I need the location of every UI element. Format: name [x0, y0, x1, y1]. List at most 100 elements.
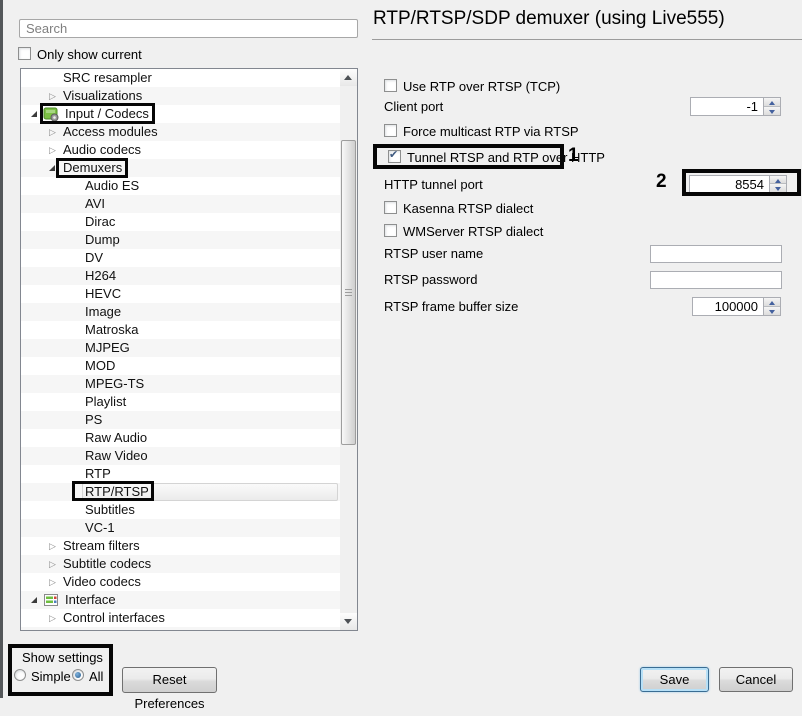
preferences-tree: SRC resampler▷VisualizationsInput / Code… [20, 68, 358, 631]
tree-item-hotkeys-settings[interactable]: Hotkeys settings [21, 627, 340, 631]
tree-item-rtp-rtsp[interactable]: RTP/RTSP [21, 483, 340, 501]
spin-down-button[interactable] [764, 107, 780, 116]
expanded-arrow-icon[interactable] [31, 111, 37, 117]
rtsp-password-label: RTSP password [384, 272, 477, 287]
collapsed-arrow-icon[interactable]: ▷ [49, 537, 56, 555]
client-port-spinbox[interactable]: -1 [690, 97, 781, 116]
tree-item-input-codecs[interactable]: Input / Codecs [21, 105, 340, 123]
spin-up-button[interactable] [764, 98, 780, 107]
spinner-buttons [763, 98, 780, 115]
spin-up-button[interactable] [770, 176, 786, 184]
http-tunnel-port-label: HTTP tunnel port [384, 177, 483, 192]
tree-item-label: RTP [85, 465, 111, 483]
tree-item-rtp[interactable]: RTP [21, 465, 340, 483]
force-multicast-checkbox[interactable]: ✔ [384, 124, 397, 137]
spin-up-button[interactable] [764, 298, 780, 307]
page-title: RTP/RTSP/SDP demuxer (using Live555) [373, 8, 725, 30]
use-rtp-over-rtsp-checkbox[interactable]: ✔ [384, 79, 397, 92]
tree-item-access-modules[interactable]: ▷ Access modules [21, 123, 340, 141]
tree-item-demuxers[interactable]: Demuxers [21, 159, 340, 177]
tree-item-dirac[interactable]: Dirac [21, 213, 340, 231]
tree-item-label: Access modules [63, 123, 158, 141]
tree-item-label: Video codecs [63, 573, 141, 591]
search-input[interactable] [19, 19, 358, 38]
tree-item-vc-1[interactable]: VC-1 [21, 519, 340, 537]
tree-item-label: MPEG-TS [85, 375, 144, 393]
save-button[interactable]: Save [640, 667, 709, 692]
tree-item-stream-filters[interactable]: ▷ Stream filters [21, 537, 340, 555]
tree-item-raw-audio[interactable]: Raw Audio [21, 429, 340, 447]
collapsed-arrow-icon[interactable]: ▷ [49, 573, 56, 591]
tree-item-src-resampler[interactable]: SRC resampler [21, 69, 340, 87]
tree-item-mjpeg[interactable]: MJPEG [21, 339, 340, 357]
tree-item-label: HEVC [85, 285, 121, 303]
show-settings-simple-radio[interactable] [14, 669, 26, 681]
tree-item-label: Subtitles [85, 501, 135, 519]
collapsed-arrow-icon[interactable]: ▷ [49, 141, 56, 159]
tree-scrollbar[interactable] [340, 69, 357, 630]
collapsed-arrow-icon[interactable]: ▷ [49, 555, 56, 573]
tree-item-mpeg-ts[interactable]: MPEG-TS [21, 375, 340, 393]
tree-item-avi[interactable]: AVI [21, 195, 340, 213]
client-port-label: Client port [384, 99, 443, 114]
show-settings-simple-label: Simple [31, 669, 71, 684]
tree-item-matroska[interactable]: Matroska [21, 321, 340, 339]
tree-item-hevc[interactable]: HEVC [21, 285, 340, 303]
tree-item-subtitles[interactable]: Subtitles [21, 501, 340, 519]
tree-item-dump[interactable]: Dump [21, 231, 340, 249]
tree-item-label: Image [85, 303, 121, 321]
tree-item-label: MOD [85, 357, 115, 375]
rtsp-password-input[interactable] [650, 271, 782, 289]
http-tunnel-port-value: 8554 [690, 176, 767, 192]
interface-icon [43, 592, 59, 608]
show-settings-all-radio[interactable] [72, 669, 84, 681]
tree-item-h264[interactable]: H264 [21, 267, 340, 285]
scrollbar-up-button[interactable] [340, 69, 357, 86]
tree-item-label: MJPEG [85, 339, 130, 357]
expanded-arrow-icon[interactable] [49, 165, 55, 171]
up-arrow-icon [769, 101, 775, 105]
tree-item-mod[interactable]: MOD [21, 357, 340, 375]
tree-item-subtitle-codecs[interactable]: ▷Subtitle codecs [21, 555, 340, 573]
tree-item-raw-video[interactable]: Raw Video [21, 447, 340, 465]
tree-item-video-codecs[interactable]: ▷ Video codecs [21, 573, 340, 591]
wmserver-dialect-checkbox[interactable]: ✔ [384, 224, 397, 237]
tree-item-label: SRC resampler [63, 69, 152, 87]
tree-item-image[interactable]: Image [21, 303, 340, 321]
tree-item-label: Stream filters [63, 537, 140, 555]
rtsp-user-name-input[interactable] [650, 245, 782, 263]
cancel-button[interactable]: Cancel [719, 667, 793, 692]
tree-item-visualizations[interactable]: ▷Visualizations [21, 87, 340, 105]
only-show-current-checkbox[interactable]: ✔ [18, 47, 31, 60]
rtsp-frame-buffer-spinbox[interactable]: 100000 [692, 297, 781, 316]
radio-dot-icon [75, 672, 81, 678]
tree-item-interface[interactable]: Interface [21, 591, 340, 609]
scrollbar-thumb[interactable] [341, 140, 356, 445]
tree-item-label: Matroska [85, 321, 138, 339]
tree-item-ps[interactable]: PS [21, 411, 340, 429]
tree-item-label: Input / Codecs [65, 105, 149, 123]
use-rtp-over-rtsp-label: Use RTP over RTSP (TCP) [403, 79, 560, 94]
spin-down-button[interactable] [770, 184, 786, 192]
spin-down-button[interactable] [764, 307, 780, 316]
client-port-value: -1 [691, 98, 761, 115]
rtsp-frame-buffer-value: 100000 [693, 298, 761, 315]
collapsed-arrow-icon[interactable]: ▷ [49, 87, 56, 105]
tree-item-playlist[interactable]: Playlist [21, 393, 340, 411]
collapsed-arrow-icon[interactable]: ▷ [49, 123, 56, 141]
reset-preferences-button[interactable]: Reset Preferences [122, 667, 217, 693]
collapsed-arrow-icon[interactable]: ▷ [49, 609, 56, 627]
tree-item-audio-es[interactable]: Audio ES [21, 177, 340, 195]
http-tunnel-port-spinbox[interactable]: 8554 [689, 175, 787, 193]
tunnel-rtsp-http-checkbox[interactable]: ✔ [388, 150, 401, 163]
only-show-current-label: Only show current [37, 47, 142, 62]
expanded-arrow-icon[interactable] [31, 597, 37, 603]
tree-item-control-interfaces[interactable]: ▷Control interfaces [21, 609, 340, 627]
rtsp-frame-buffer-label: RTSP frame buffer size [384, 299, 518, 314]
kasenna-dialect-checkbox[interactable]: ✔ [384, 201, 397, 214]
annotation-step-2: 2 [656, 171, 667, 193]
tree-item-audio-codecs[interactable]: ▷Audio codecs [21, 141, 340, 159]
tree-item-label: Interface [65, 591, 116, 609]
scrollbar-down-button[interactable] [340, 613, 357, 630]
tree-item-dv[interactable]: DV [21, 249, 340, 267]
